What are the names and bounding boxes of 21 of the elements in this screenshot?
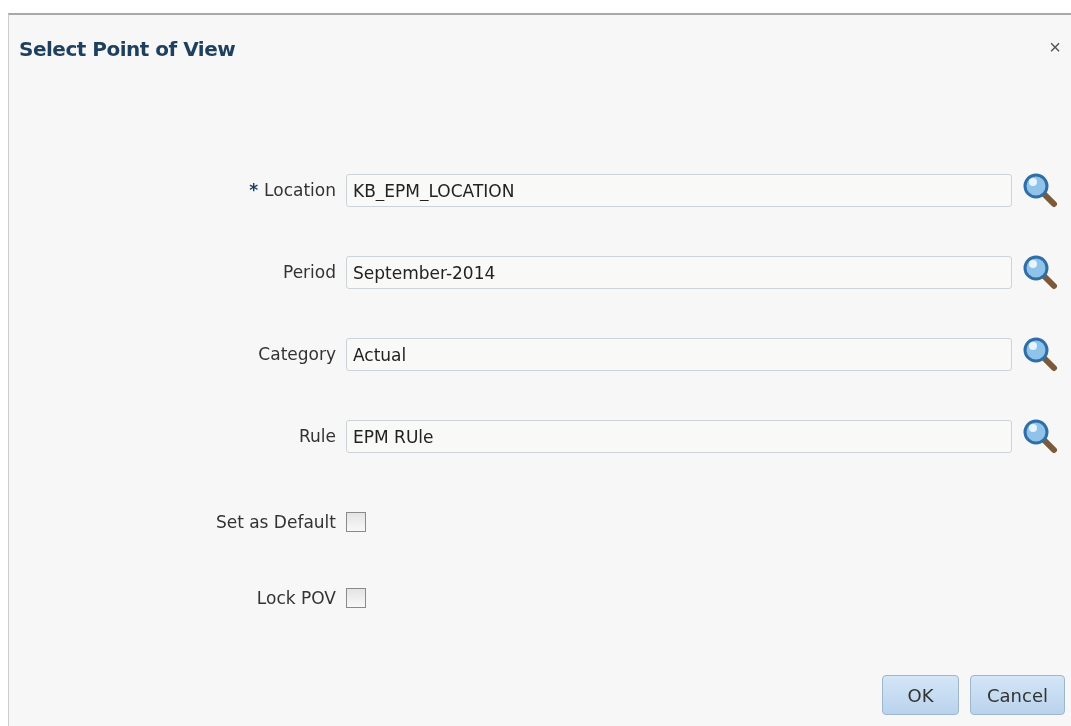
checkbox[interactable] xyxy=(346,512,366,532)
input-field[interactable]: KB_EPM_LOCATION xyxy=(346,173,1012,207)
field-label: Category xyxy=(258,344,336,364)
checkbox-label: Lock POV xyxy=(256,588,336,608)
dialog-title: Select Point of View xyxy=(19,37,236,61)
input-field[interactable]: Actual xyxy=(346,337,1012,371)
checkbox[interactable] xyxy=(346,588,366,608)
close-button[interactable]: × xyxy=(1045,37,1065,57)
checkbox-label: Set as Default xyxy=(215,512,336,532)
input-field[interactable]: September-2014 xyxy=(346,255,1012,289)
search-icon[interactable] xyxy=(1022,254,1058,290)
search-icon[interactable] xyxy=(1022,418,1058,454)
required-mark: * xyxy=(249,180,259,200)
search-icon[interactable] xyxy=(1022,172,1058,208)
field-label: Period xyxy=(283,262,336,282)
field-label: Location xyxy=(264,180,336,200)
field-label: Rule xyxy=(299,426,336,446)
cancel-button[interactable]: Cancel xyxy=(970,675,1065,715)
input-field[interactable]: EPM RUle xyxy=(346,419,1012,453)
search-icon[interactable] xyxy=(1022,336,1058,372)
ok-button[interactable]: OK xyxy=(882,675,959,715)
